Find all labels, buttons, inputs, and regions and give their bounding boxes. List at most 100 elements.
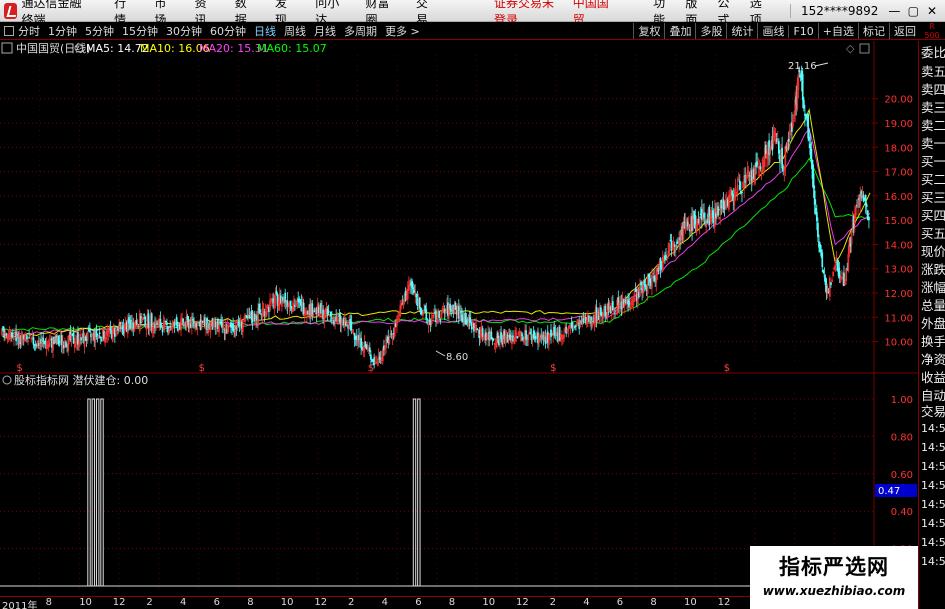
date-tick-label: 2 xyxy=(146,597,153,608)
indicator-settings-icon[interactable] xyxy=(2,375,12,385)
side-label-weibi[interactable]: 委比 xyxy=(921,45,945,60)
indicator-signal-bar xyxy=(417,398,421,587)
diamond-icon[interactable]: ◇ xyxy=(846,42,855,55)
corner-r500-label: R 500 xyxy=(924,22,940,40)
adjust-price-button[interactable]: 复权 xyxy=(633,23,664,39)
candle-body xyxy=(275,291,278,295)
side-label-sell3[interactable]: 卖三 xyxy=(921,100,945,115)
candle-body xyxy=(98,332,101,335)
maximize-icon[interactable]: ▢ xyxy=(907,4,919,18)
candle-body xyxy=(425,309,428,320)
price-tick-label: 12.00 xyxy=(884,289,913,300)
indicator-signal-bar xyxy=(91,398,96,587)
side-label-buy3[interactable]: 买三 xyxy=(921,190,945,205)
candle-body xyxy=(628,300,630,307)
indicator-signal-bar xyxy=(100,398,104,587)
tab-daily[interactable]: 日线 xyxy=(254,23,276,39)
menu-bar: 通达信金融终端 行情 市场 资讯 数据 发现 问小达 财富圈 交易 证券交易未登… xyxy=(0,0,945,27)
tab-multi-period[interactable]: 多周期 xyxy=(344,23,377,39)
date-tick-label: 8 xyxy=(247,597,254,608)
tab-60min[interactable]: 60分钟 xyxy=(210,23,246,39)
side-label-volume[interactable]: 总量 xyxy=(921,298,945,313)
candle-body xyxy=(485,332,487,341)
overlay-button[interactable]: 叠加 xyxy=(664,23,695,39)
candle-body xyxy=(640,281,642,286)
candle-body xyxy=(864,195,867,206)
date-tick-label: 4 xyxy=(381,597,388,608)
draw-line-button[interactable]: 画线 xyxy=(757,23,788,39)
candle-body xyxy=(521,336,524,341)
tab-15min[interactable]: 15分钟 xyxy=(122,23,158,39)
side-label-sell2[interactable]: 卖二 xyxy=(921,118,945,133)
candle-body xyxy=(128,317,130,324)
app-logo-icon xyxy=(4,2,18,19)
statistics-button[interactable]: 统计 xyxy=(726,23,757,39)
side-label-net-assets[interactable]: 净资 xyxy=(921,352,945,367)
side-label-buy1[interactable]: 买一 xyxy=(921,154,945,169)
side-label-earnings[interactable]: 收益 xyxy=(921,370,945,385)
candle-body xyxy=(411,281,413,288)
add-watchlist-button[interactable]: +自选 xyxy=(817,23,858,39)
tab-more[interactable]: 更多 > xyxy=(385,23,420,39)
dollar-markers: $ $ $ $ $ xyxy=(16,363,730,374)
side-label-sell4[interactable]: 卖四 xyxy=(921,82,945,97)
side-label-trade[interactable]: 交易 xyxy=(921,404,945,419)
back-button[interactable]: 返回 xyxy=(889,23,920,39)
candle-body xyxy=(492,338,495,341)
tab-monthly[interactable]: 月线 xyxy=(314,23,336,39)
date-tick-label: 10 xyxy=(482,597,496,608)
candle-body xyxy=(160,325,163,327)
candle-body xyxy=(644,284,647,286)
indicator-current-value: 0.47 xyxy=(878,486,900,497)
candle-body xyxy=(764,144,767,155)
date-tick-label: 12 xyxy=(516,597,529,608)
side-label-buy2[interactable]: 买二 xyxy=(921,172,945,187)
candle-body xyxy=(813,190,816,205)
candle-body xyxy=(648,274,651,282)
dollar-marker-icon: $ xyxy=(550,363,556,374)
user-account[interactable]: 152****9892 xyxy=(789,3,878,18)
side-label-sell1[interactable]: 卖一 xyxy=(921,136,945,151)
candle-body xyxy=(708,206,711,225)
minimize-icon[interactable]: — xyxy=(888,4,900,18)
tab-5min[interactable]: 5分钟 xyxy=(85,23,114,39)
date-tick-label: 8 xyxy=(45,597,52,608)
date-tick-label: 10 xyxy=(79,597,92,608)
side-label-sell5[interactable]: 卖五 xyxy=(921,64,945,79)
side-label-outer-vol[interactable]: 外盘 xyxy=(921,316,945,331)
tab-weekly[interactable]: 周线 xyxy=(284,23,306,39)
tab-intraday[interactable]: 分时 xyxy=(18,23,40,39)
candle-body xyxy=(143,314,145,316)
side-label-buy5[interactable]: 买五 xyxy=(921,226,945,241)
side-label-change[interactable]: 涨跌 xyxy=(921,262,945,277)
side-label-buy4[interactable]: 买四 xyxy=(921,208,945,223)
candle-body xyxy=(415,293,418,298)
date-tick-label: 12 xyxy=(314,597,328,608)
candle-body xyxy=(360,338,362,349)
date-tick-label: 8 xyxy=(650,597,657,608)
side-label-price[interactable]: 现价 xyxy=(921,244,945,259)
price-tick-label: 17.00 xyxy=(884,168,913,179)
multi-stock-button[interactable]: 多股 xyxy=(695,23,726,39)
side-label-turnover[interactable]: 换手 xyxy=(921,334,945,349)
f10-button[interactable]: F10 xyxy=(788,24,817,38)
tab-1min[interactable]: 1分钟 xyxy=(48,23,77,39)
side-label-auto[interactable]: 自动 xyxy=(921,388,945,403)
chart-area[interactable]: $ $ $ $ $ 10.00 11.00 12.00 13.00 14.00 15.00 16.0… xyxy=(0,41,918,596)
candle-body xyxy=(812,173,815,189)
candle-body xyxy=(109,326,112,331)
mark-button[interactable]: 标记 xyxy=(858,23,889,39)
candle-body xyxy=(868,216,870,221)
candle-body xyxy=(26,335,28,340)
side-time-4: 14:56 xyxy=(921,479,945,492)
high-arrow-icon xyxy=(814,62,829,67)
candle-body xyxy=(759,166,762,170)
candle-body xyxy=(802,99,805,109)
tab-30min[interactable]: 30分钟 xyxy=(166,23,202,39)
panel-max-icon[interactable] xyxy=(859,43,870,54)
side-label-change-pct[interactable]: 涨幅 xyxy=(921,280,945,295)
price-panel-toggle-icon[interactable] xyxy=(1,42,13,54)
candle-body xyxy=(89,328,91,333)
panel-toggle-icon[interactable] xyxy=(4,25,14,36)
close-icon[interactable]: ✕ xyxy=(926,4,938,18)
